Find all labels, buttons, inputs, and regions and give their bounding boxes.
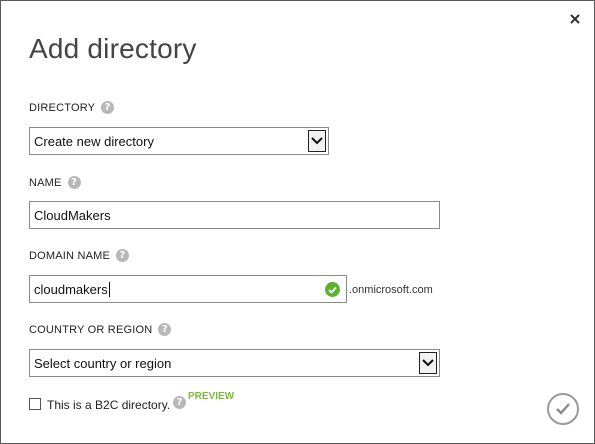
country-select-value: Select country or region <box>34 355 172 371</box>
domain-input[interactable]: cloudmakers <box>29 275 347 303</box>
directory-select-value: Create new directory <box>34 133 154 149</box>
domain-input-value: cloudmakers <box>34 281 108 297</box>
help-icon[interactable]: ? <box>67 176 81 189</box>
checkmark-icon[interactable] <box>547 393 579 425</box>
dialog-title: Add directory <box>29 33 197 64</box>
preview-badge: PREVIEW <box>188 391 235 402</box>
domain-label: DOMAIN NAME <box>29 249 111 262</box>
country-label: COUNTRY OR REGION <box>29 323 153 336</box>
name-input[interactable]: CloudMakers <box>29 201 440 229</box>
chevron-down-icon[interactable] <box>308 130 326 152</box>
add-directory-dialog: Add directory DIRECTORY ? Create new dir… <box>0 0 595 444</box>
b2c-checkbox-label[interactable]: This is a B2C directory. <box>47 398 170 412</box>
name-label-row: NAME ? <box>29 176 81 189</box>
help-icon[interactable]: ? <box>173 396 186 409</box>
directory-label-row: DIRECTORY ? <box>29 101 115 114</box>
name-label: NAME <box>29 176 62 189</box>
close-icon[interactable] <box>568 12 582 26</box>
domain-suffix: .onmicrosoft.com <box>349 284 433 296</box>
help-icon[interactable]: ? <box>116 249 130 262</box>
b2c-checkbox[interactable] <box>29 398 41 410</box>
chevron-down-icon[interactable] <box>419 352 437 374</box>
domain-label-row: DOMAIN NAME ? <box>29 249 130 262</box>
name-input-value: CloudMakers <box>34 207 111 223</box>
country-label-row: COUNTRY OR REGION ? <box>29 323 172 336</box>
help-icon[interactable]: ? <box>158 323 172 336</box>
valid-check-icon <box>325 282 340 297</box>
text-cursor <box>108 281 110 297</box>
country-select[interactable]: Select country or region <box>29 349 440 377</box>
directory-label: DIRECTORY <box>29 101 96 114</box>
directory-select[interactable]: Create new directory <box>29 127 329 155</box>
help-icon[interactable]: ? <box>101 101 115 114</box>
